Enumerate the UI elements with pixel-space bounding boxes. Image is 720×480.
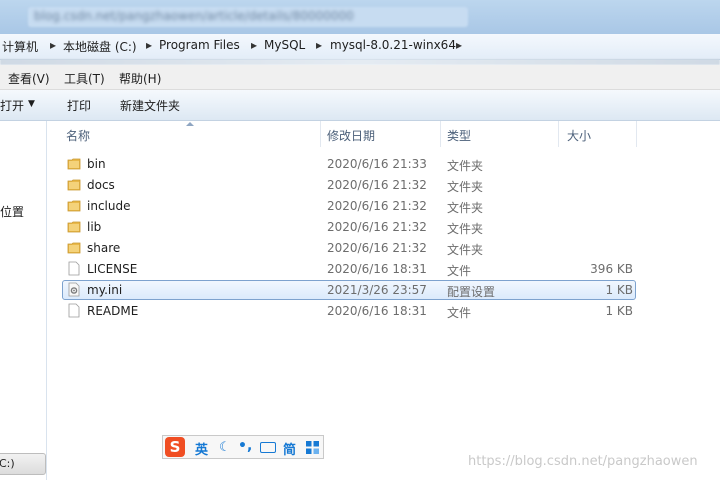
file-date: 2020/6/16 21:33 [327, 157, 427, 171]
keyboard-icon[interactable] [260, 442, 276, 453]
breadcrumb-local-disk[interactable]: 本地磁盘 (C:) [63, 38, 137, 56]
file-date: 2020/6/16 21:32 [327, 178, 427, 192]
breadcrumb-mysql[interactable]: MySQL [264, 38, 305, 56]
menu-view[interactable]: 查看(V) [8, 70, 50, 87]
file-date: 2020/6/16 18:31 [327, 262, 427, 276]
file-type: 文件夹 [447, 222, 484, 236]
file-row[interactable]: lib 2020/6/16 21:32 文件夹 [62, 217, 636, 237]
file-size: 1 KB [605, 304, 633, 318]
file-row-selected[interactable]: my.ini 2021/3/26 23:57 配置设置 1 KB [62, 280, 636, 300]
file-type: 文件 [447, 306, 472, 320]
file-size: 396 KB [590, 262, 633, 276]
file-type: 文件夹 [447, 243, 484, 257]
column-divider[interactable] [320, 121, 321, 147]
menu-tools[interactable]: 工具(T) [64, 70, 105, 87]
nav-item-drive[interactable]: C:) [0, 453, 46, 475]
column-header-type[interactable]: 类型 [447, 127, 471, 144]
breadcrumb-program-files[interactable]: Program Files [159, 38, 240, 56]
file-row[interactable]: LICENSE 2020/6/16 18:31 文件 396 KB [62, 259, 636, 279]
breadcrumb-separator-icon[interactable]: ▸ [316, 38, 322, 52]
file-name: my.ini [87, 283, 123, 297]
breadcrumb-separator-icon[interactable]: ▸ [146, 38, 152, 52]
file-type: 文件夹 [447, 180, 484, 194]
watermark-text: https://blog.csdn.net/pangzhaowen [468, 454, 698, 469]
ime-punctuation-toggle[interactable]: •, [238, 438, 252, 454]
file-type: 文件夹 [447, 159, 484, 173]
breadcrumb-mysql-folder[interactable]: mysql-8.0.21-winx64 [330, 38, 456, 56]
file-row[interactable]: share 2020/6/16 21:32 文件夹 [62, 238, 636, 258]
file-row[interactable]: README 2020/6/16 18:31 文件 1 KB [62, 301, 636, 321]
file-icon [68, 303, 80, 318]
file-size: 1 KB [605, 283, 633, 297]
new-folder-button[interactable]: 新建文件夹 [120, 97, 180, 114]
address-bar[interactable]: 计算机 ▸ 本地磁盘 (C:) ▸ Program Files ▸ MySQL … [0, 34, 720, 60]
config-file-icon [68, 282, 80, 297]
menu-help[interactable]: 帮助(H) [119, 70, 161, 87]
file-row[interactable]: bin 2020/6/16 21:33 文件夹 [62, 154, 636, 174]
column-divider[interactable] [636, 121, 637, 147]
file-name: LICENSE [87, 262, 138, 276]
column-header-date[interactable]: 修改日期 [327, 127, 375, 144]
moon-icon[interactable]: ☾ [219, 440, 231, 455]
command-toolbar: 打开 ▼ 打印 新建文件夹 [0, 90, 720, 121]
ime-simplified-toggle[interactable]: 简 [283, 439, 296, 458]
breadcrumb-computer[interactable]: 计算机 [2, 38, 38, 56]
folder-icon [67, 200, 81, 212]
blurred-title-text: blog.csdn.net/pangzhaowen/article/detail… [34, 9, 354, 23]
file-date: 2021/3/26 23:57 [327, 283, 427, 297]
file-name: README [87, 304, 139, 318]
menu-bar: 查看(V) 工具(T) 帮助(H) [0, 65, 720, 90]
drive-label: C:) [0, 457, 15, 470]
file-name: docs [87, 178, 115, 192]
toolbox-grid-icon[interactable] [306, 441, 319, 454]
file-date: 2020/6/16 21:32 [327, 199, 427, 213]
file-date: 2020/6/16 21:32 [327, 241, 427, 255]
blurred-url-box: blog.csdn.net/pangzhaowen/article/detail… [28, 7, 468, 27]
sogou-logo-icon[interactable]: S [165, 437, 185, 457]
folder-icon [67, 179, 81, 191]
breadcrumb-separator-icon[interactable]: ▸ [50, 38, 56, 52]
folder-icon [67, 158, 81, 170]
navigation-pane: 位置 C:) [0, 121, 47, 480]
file-row[interactable]: include 2020/6/16 21:32 文件夹 [62, 196, 636, 216]
file-row[interactable]: docs 2020/6/16 21:32 文件夹 [62, 175, 636, 195]
file-date: 2020/6/16 21:32 [327, 220, 427, 234]
file-type: 文件 [447, 264, 472, 278]
file-type: 配置设置 [447, 285, 496, 299]
breadcrumb-separator-icon[interactable]: ▸ [456, 38, 462, 52]
chevron-down-icon[interactable]: ▼ [28, 99, 35, 109]
print-button[interactable]: 打印 [67, 97, 91, 114]
window-titlebar: blog.csdn.net/pangzhaowen/article/detail… [0, 0, 720, 34]
nav-item-location[interactable]: 位置 [0, 203, 24, 220]
column-divider[interactable] [558, 121, 559, 147]
folder-icon [67, 242, 81, 254]
ime-language-toggle[interactable]: 英 [195, 439, 208, 458]
folder-icon [67, 221, 81, 233]
column-divider[interactable] [440, 121, 441, 147]
file-date: 2020/6/16 18:31 [327, 304, 427, 318]
file-name: bin [87, 157, 106, 171]
ime-toolbar[interactable]: S 英 ☾ •, 简 [162, 435, 324, 459]
file-type: 文件夹 [447, 201, 484, 215]
file-name: include [87, 199, 131, 213]
column-header-name[interactable]: 名称 [66, 127, 90, 144]
breadcrumb-separator-icon[interactable]: ▸ [251, 38, 257, 52]
file-icon [68, 261, 80, 276]
open-button[interactable]: 打开 [0, 97, 24, 114]
file-name: lib [87, 220, 102, 234]
column-header-size[interactable]: 大小 [567, 127, 591, 144]
file-name: share [87, 241, 121, 255]
column-header-row: 名称 修改日期 类型 大小 [48, 121, 720, 147]
